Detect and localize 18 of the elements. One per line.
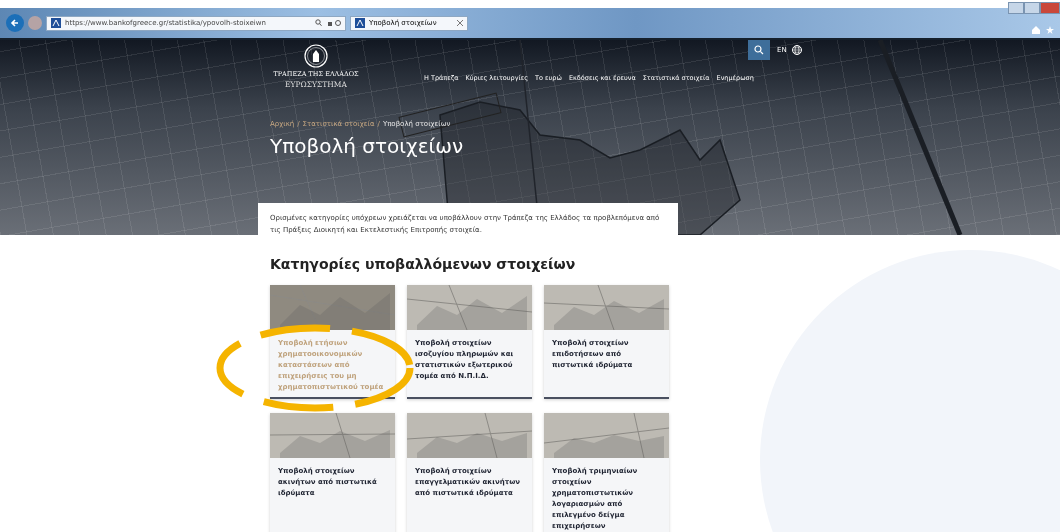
- close-tab-icon[interactable]: [457, 20, 463, 26]
- search-icon: [754, 45, 764, 55]
- back-button[interactable]: [6, 14, 24, 32]
- section-heading: Κατηγορίες υποβαλλόμενων στοιχείων: [270, 256, 577, 272]
- search-button[interactable]: [748, 40, 770, 60]
- globe-icon[interactable]: [791, 45, 802, 55]
- page-title: Υποβολή στοιχείων: [270, 134, 465, 158]
- address-tools-icon[interactable]: [315, 19, 341, 27]
- minimize-button[interactable]: [1008, 2, 1024, 14]
- home-icon[interactable]: [1032, 26, 1040, 34]
- bank-emblem-icon: [304, 44, 328, 68]
- maximize-button[interactable]: [1024, 2, 1040, 14]
- site-favicon-icon: [355, 18, 365, 28]
- close-window-button[interactable]: [1040, 2, 1060, 14]
- site-favicon-icon: [51, 18, 61, 28]
- forward-button[interactable]: [28, 16, 42, 30]
- favorites-star-icon[interactable]: [1046, 26, 1054, 34]
- back-arrow-icon: [10, 18, 20, 28]
